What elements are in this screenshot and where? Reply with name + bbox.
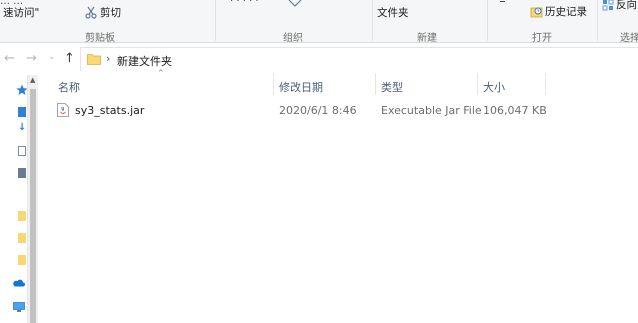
onedrive-icon[interactable] <box>12 278 25 287</box>
column-divider[interactable] <box>375 73 376 95</box>
history-button[interactable]: 历史记录 <box>530 4 592 20</box>
download-icon[interactable]: ↓ <box>18 122 26 133</box>
move-to-icon <box>288 0 302 7</box>
ribbon-divider <box>372 0 373 41</box>
documents-icon[interactable] <box>18 146 26 156</box>
file-name[interactable]: sy3_stats.jar <box>75 104 144 117</box>
back-button[interactable]: ← <box>4 51 15 66</box>
scissors-icon <box>85 6 97 19</box>
column-divider[interactable] <box>545 73 546 95</box>
pictures-icon[interactable] <box>18 168 26 178</box>
column-header-name[interactable]: 名称 <box>58 79 80 95</box>
ribbon: … … · · · · · ⎯ 速访问" 剪切 文件夹 历史记录 反向 剪贴板 … <box>0 0 638 44</box>
new-folder-button[interactable]: 文件夹 <box>377 5 409 20</box>
ribbon-divider <box>487 0 488 41</box>
group-label-organize: 组织 <box>283 33 303 44</box>
sort-indicator-icon: ⌃ <box>157 69 165 79</box>
pc-icon[interactable] <box>13 302 25 313</box>
cut-button[interactable]: 剪切 <box>85 5 130 21</box>
column-divider[interactable] <box>477 73 478 95</box>
scrollbar-thumb[interactable] <box>30 89 36 323</box>
nav-scrollbar[interactable]: ▲ <box>27 75 38 323</box>
forward-button[interactable]: → <box>26 51 37 66</box>
scroll-up-arrow-icon[interactable]: ▲ <box>30 76 35 84</box>
group-label-new: 新建 <box>417 33 437 44</box>
history-label: 历史记录 <box>545 6 587 18</box>
file-type: Executable Jar File <box>381 104 482 117</box>
column-header-type[interactable]: 类型 <box>381 79 403 95</box>
cut-label: 剪切 <box>100 7 121 19</box>
ribbon-divider <box>597 0 598 41</box>
column-header-date[interactable]: 修改日期 <box>279 79 323 95</box>
folder-icon[interactable] <box>18 211 26 221</box>
invert-selection-label: 反向 <box>616 0 637 11</box>
ribbon-cut-fragment: · · · · · <box>230 0 259 7</box>
group-label-clipboard: 剪贴板 <box>85 33 115 44</box>
invert-selection-button[interactable]: 反向 <box>602 0 638 13</box>
file-date: 2020/6/1 8:46 <box>279 104 357 117</box>
breadcrumb-current-folder[interactable]: 新建文件夹 <box>117 53 172 69</box>
history-icon <box>530 7 543 18</box>
group-label-open: 打开 <box>532 33 552 44</box>
desktop-icon[interactable] <box>18 107 26 117</box>
new-folder-label: 文件夹 <box>377 7 409 19</box>
column-header-size[interactable]: 大小 <box>483 79 505 95</box>
quick-access-button[interactable]: 速访问" <box>3 5 39 20</box>
file-size: 106,047 KB <box>483 104 547 117</box>
breadcrumb-separator: › <box>106 52 111 65</box>
folder-icon[interactable] <box>18 255 26 265</box>
quick-access-label: 速访问" <box>3 7 40 19</box>
up-button[interactable]: ↑ <box>64 51 75 66</box>
address-box[interactable]: › 新建文件夹 <box>80 47 638 71</box>
ribbon-cut-fragment: ⎯ <box>500 0 505 7</box>
recent-locations-button[interactable]: ⌄ <box>48 52 56 62</box>
select-icon <box>602 0 614 11</box>
group-label-select: 选择 <box>620 33 638 44</box>
folder-icon[interactable] <box>18 233 26 243</box>
folder-icon <box>87 54 101 65</box>
ribbon-divider <box>215 0 216 41</box>
column-divider[interactable] <box>273 73 274 95</box>
jar-file-icon <box>57 103 69 117</box>
